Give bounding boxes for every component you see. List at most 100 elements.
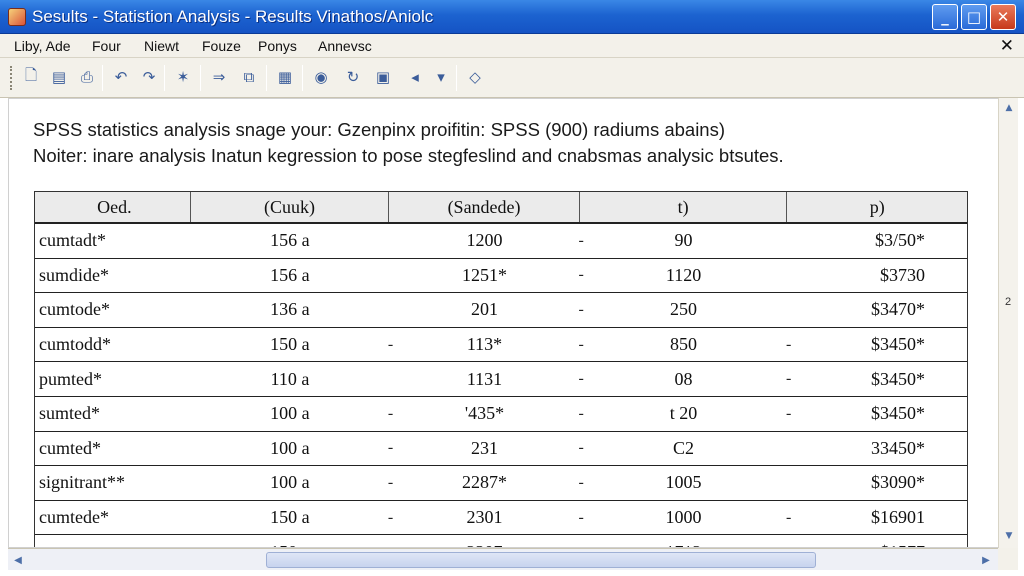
menu-item-fouze[interactable]: Fouze <box>202 38 241 54</box>
menu-bar: Liby, Ade Four Niewt Fouze Ponys Annevsc… <box>0 34 1024 58</box>
arrow-left-icon[interactable]: ◂ <box>404 66 426 88</box>
undo-icon[interactable]: ↶ <box>110 66 132 88</box>
table-cell: 90 <box>580 224 788 258</box>
scroll-up-icon[interactable]: ▲ <box>1001 100 1017 116</box>
table-cell: 1200- <box>389 224 583 258</box>
cell-value: 100 a <box>270 437 310 458</box>
column-header[interactable]: (Cuuk) <box>191 192 390 222</box>
toolbar-separator <box>200 65 201 91</box>
forward-icon[interactable]: ⇒ <box>208 66 230 88</box>
table-cell: $3450* <box>787 362 967 396</box>
toolbar-separator <box>456 65 457 91</box>
scroll-left-icon[interactable]: ◀ <box>10 552 26 568</box>
toolbar-separator <box>164 65 165 91</box>
column-header[interactable]: t) <box>580 192 788 222</box>
dropdown-icon[interactable]: ▾ <box>430 66 452 88</box>
table-header: Oed. (Cuuk) (Sandede) t) p) <box>35 192 967 224</box>
title-bar[interactable]: Sesults - Statistion Analysis - Results … <box>0 0 1024 34</box>
table-cell: 231- <box>389 432 584 466</box>
table-cell: 110 a <box>191 362 390 396</box>
toolbar-separator <box>102 65 103 91</box>
cell-value: '435* <box>464 403 505 424</box>
table-cell: cumtede* <box>35 501 191 535</box>
table-cell <box>35 535 191 547</box>
cell-value: sumdide* <box>39 264 109 285</box>
scroll-right-icon[interactable]: ▶ <box>978 552 994 568</box>
table-icon[interactable]: ▦ <box>274 66 296 88</box>
copy-icon[interactable]: ⧉ <box>238 66 260 88</box>
table-cell: $3450* <box>787 328 967 362</box>
cell-value: 1200 <box>466 230 503 251</box>
refresh-icon[interactable]: ↻ <box>342 66 364 88</box>
cell-value: cumtede* <box>39 507 109 528</box>
document-close-icon[interactable]: ✕ <box>1000 36 1014 56</box>
table-cell: 136 a <box>191 293 390 327</box>
menu-item-four[interactable]: Four <box>92 38 121 54</box>
table-row[interactable]: pumted* 110 a 1131-08- $3450* <box>35 362 967 397</box>
table-cell: 100 a- <box>191 397 393 431</box>
table-cell: cumtode* <box>35 293 191 327</box>
minimize-button[interactable]: _ <box>932 4 958 30</box>
horizontal-scrollbar[interactable]: ◀ ▶ <box>8 548 998 570</box>
shape-icon[interactable]: ◇ <box>464 66 486 88</box>
column-header[interactable]: (Sandede) <box>389 192 580 222</box>
horizontal-scroll-thumb[interactable] <box>266 552 816 568</box>
new-document-icon[interactable]: 🗋 <box>20 66 42 88</box>
cell-value: sumted* <box>39 403 100 424</box>
table-cell: $16901 <box>787 501 967 535</box>
cell-value: 2287* <box>461 472 507 493</box>
cell-value: $3450* <box>870 403 925 424</box>
table-row[interactable]: cumtodd* 150 a -113* -850- $3450* <box>35 328 967 363</box>
scrollbar-page-label: 2 <box>1005 296 1012 308</box>
cell-value: pumted* <box>39 368 102 389</box>
menu-item-view[interactable]: Niewt <box>144 38 179 54</box>
chart-icon[interactable]: ✶ <box>172 66 194 88</box>
vertical-scrollbar[interactable]: ▲ 2 ▼ <box>998 98 1018 548</box>
scroll-down-icon[interactable]: ▼ <box>1001 528 1017 544</box>
output-viewer: SPSS statistics analysis snage your: Gze… <box>8 98 998 548</box>
cell-value: 156 a <box>270 264 310 285</box>
globe-icon[interactable]: ◉ <box>310 66 332 88</box>
table-cell: 156 a <box>191 259 390 293</box>
cell-value: $16901 <box>870 507 925 528</box>
table-row[interactable]: sumted* 100 a - '435* - t 20- $3450* <box>35 397 967 432</box>
cell-value: cumted* <box>39 437 101 458</box>
table-cell: t 20- <box>580 397 792 431</box>
toolbar-separator <box>302 65 303 91</box>
menu-item-annevsc[interactable]: Annevsc <box>318 38 372 54</box>
table-cell: C2 <box>580 432 788 466</box>
cell-value: signitrant** <box>39 472 125 493</box>
close-button[interactable]: ✕ <box>990 4 1016 30</box>
table-cell: 1712 <box>580 535 788 547</box>
column-header[interactable]: Oed. <box>35 192 191 222</box>
toolbar-grip[interactable] <box>10 66 13 90</box>
table-cell: 1251* - <box>389 259 584 293</box>
bookmark-icon[interactable]: ▣ <box>372 66 394 88</box>
open-folder-icon[interactable]: ▤ <box>48 66 70 88</box>
cell-value: 100 a <box>270 403 310 424</box>
menu-item-ponys[interactable]: Ponys <box>258 38 297 54</box>
redo-icon[interactable]: ↷ <box>138 66 160 88</box>
table-cell: 2307 <box>389 535 580 547</box>
print-icon[interactable]: ⎙ <box>76 66 98 88</box>
table-cell: 156 a <box>191 224 390 258</box>
cell-value: 100 a <box>270 472 310 493</box>
cell-value: 110 a <box>270 368 310 389</box>
table-row[interactable]: cumtede* 150 a -2301-1000- $16901 <box>35 501 967 536</box>
table-cell: 08- <box>580 362 792 396</box>
table-row[interactable]: cumtadt* 156 a 1200- 90 $3/50* <box>35 224 967 259</box>
maximize-button[interactable]: □ <box>961 4 987 30</box>
table-cell: 2301- <box>389 501 583 535</box>
table-cell: $3/50* <box>787 224 967 258</box>
column-header[interactable]: p) <box>787 192 967 222</box>
table-row[interactable]: sumdide* 156 a 1251* - 1120 $3730 <box>35 259 967 294</box>
cell-value: 2301 <box>466 507 503 528</box>
table-row[interactable]: cumtode* 136 a 201- 250 $3470* <box>35 293 967 328</box>
table-row[interactable]: 150 a23071712$1577 <box>35 535 967 547</box>
table-cell: 1000- <box>580 501 792 535</box>
table-row[interactable]: signitrant** 100 a -2287* - 1005 $3090* <box>35 466 967 501</box>
cell-value: $3730 <box>879 264 925 285</box>
table-row[interactable]: cumted* 100 a -231- C2 33450* <box>35 432 967 467</box>
cell-value: $3090* <box>870 472 925 493</box>
menu-item-file[interactable]: Liby, Ade <box>14 38 71 54</box>
